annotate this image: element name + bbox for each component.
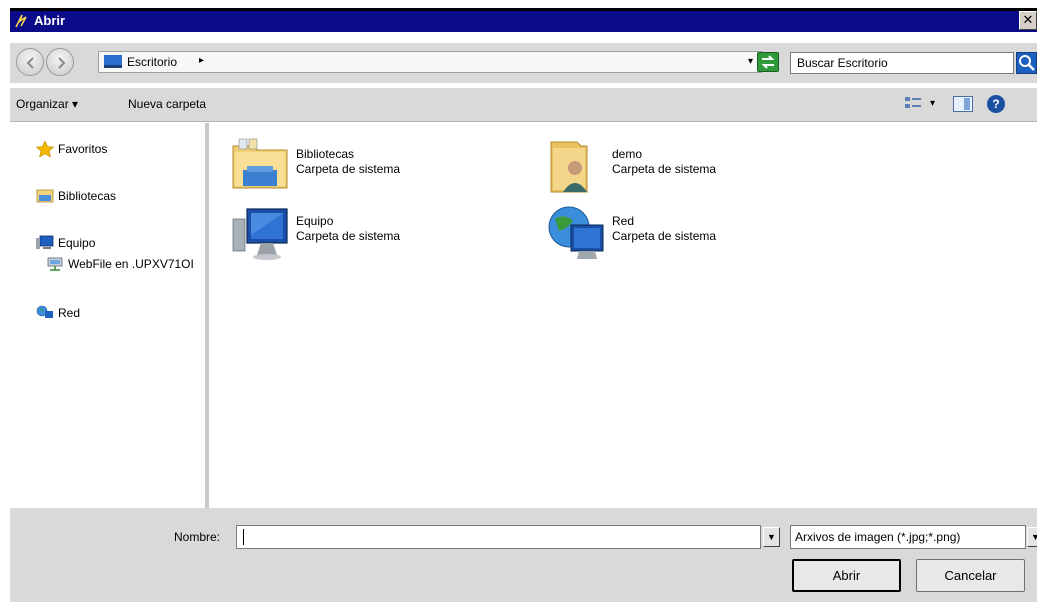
- organize-menu-button[interactable]: Organizar ▾: [16, 97, 78, 111]
- view-options-caret-icon[interactable]: ▾: [930, 98, 935, 109]
- dialog-title: Abrir: [34, 13, 66, 28]
- filetype-dropdown-button[interactable]: ▼: [1027, 527, 1037, 547]
- new-folder-button[interactable]: Nueva carpeta: [128, 97, 206, 111]
- network-icon: [36, 305, 53, 318]
- dialog-footer: Nombre: ▼ Arxivos de imagen (*.jpg;*.png…: [10, 508, 1037, 602]
- text-cursor: [243, 529, 244, 545]
- dropdown-arrow-icon: ▼: [1031, 532, 1037, 542]
- list-item-demo[interactable]: demo Carpeta de sistema: [547, 138, 847, 198]
- change-view-icon[interactable]: [904, 95, 922, 113]
- search-placeholder[interactable]: Buscar Escritorio: [797, 56, 888, 70]
- filename-input[interactable]: [236, 525, 761, 549]
- close-button[interactable]: ✕: [1019, 11, 1037, 30]
- back-button[interactable]: [16, 48, 44, 76]
- open-button[interactable]: Abrir: [792, 559, 901, 592]
- network-drive-icon: [47, 257, 63, 271]
- star-icon: [36, 141, 54, 157]
- command-toolbar: Organizar ▾ Nueva carpeta ▾ ?: [10, 88, 1037, 122]
- refresh-icon: [761, 55, 775, 69]
- breadcrumb-caret-icon[interactable]: ▸: [199, 55, 204, 66]
- sidebar-item-label: Bibliotecas: [58, 189, 117, 203]
- list-item-equipo[interactable]: Equipo Carpeta de sistema: [231, 205, 531, 265]
- filetype-select[interactable]: Arxivos de imagen (*.jpg;*.png): [790, 525, 1026, 549]
- navigation-bar: Escritorio ▸ ▾ Buscar Escritorio: [10, 43, 1037, 83]
- filetype-value: Arxivos de imagen (*.jpg;*.png): [795, 530, 961, 544]
- address-bar[interactable]: Escritorio ▸ ▾: [98, 51, 762, 73]
- close-icon: ✕: [1022, 12, 1034, 27]
- search-button[interactable]: [1016, 52, 1037, 74]
- search-icon: [1019, 55, 1035, 71]
- dialog-title-bar: Abrir ✕: [10, 8, 1037, 32]
- forward-arrow-icon: [58, 57, 66, 69]
- item-type: Carpeta de sistema: [612, 229, 717, 243]
- item-name: Equipo: [296, 214, 334, 228]
- refresh-button[interactable]: [757, 52, 779, 72]
- address-dropdown-icon[interactable]: ▾: [748, 56, 753, 67]
- screen-top-strip: [0, 0, 1037, 8]
- help-icon[interactable]: ?: [987, 95, 1005, 113]
- sidebar-item-label: Red: [58, 306, 81, 320]
- app-icon: [15, 14, 27, 28]
- item-name: Red: [612, 214, 635, 228]
- item-name: demo: [612, 147, 643, 161]
- address-location[interactable]: Escritorio: [127, 55, 177, 69]
- item-type: Carpeta de sistema: [612, 162, 717, 176]
- user-folder-icon: [550, 141, 588, 193]
- sidebar-item-label: WebFile en .UPXV71OI: [68, 257, 194, 271]
- item-name: Bibliotecas: [296, 147, 355, 161]
- file-list: Bibliotecas Carpeta de sistema demo Carp…: [209, 123, 1037, 508]
- item-type: Carpeta de sistema: [296, 229, 401, 243]
- navigation-pane: Favoritos Bibliotecas Equipo WebFile en …: [10, 123, 205, 508]
- libraries-icon: [232, 138, 288, 189]
- computer-icon: [36, 235, 54, 249]
- forward-button[interactable]: [46, 48, 74, 76]
- computer-icon: [232, 208, 288, 260]
- dropdown-arrow-icon: ▼: [767, 532, 776, 542]
- item-type: Carpeta de sistema: [296, 162, 401, 176]
- back-arrow-icon: [26, 57, 34, 69]
- list-item-bibliotecas[interactable]: Bibliotecas Carpeta de sistema: [231, 138, 531, 198]
- filename-label: Nombre:: [174, 530, 221, 544]
- cancel-button[interactable]: Cancelar: [916, 559, 1025, 592]
- search-box[interactable]: Buscar Escritorio: [790, 52, 1014, 74]
- preview-pane-icon[interactable]: [953, 96, 973, 112]
- sidebar-item-label: Favoritos: [58, 142, 108, 156]
- list-item-red[interactable]: Red Carpeta de sistema: [547, 205, 847, 265]
- sidebar-item-label: Equipo: [58, 236, 96, 250]
- network-icon: [548, 206, 604, 259]
- libraries-icon: [36, 189, 54, 203]
- filename-dropdown-button[interactable]: ▼: [763, 527, 780, 547]
- desktop-icon: [104, 55, 122, 68]
